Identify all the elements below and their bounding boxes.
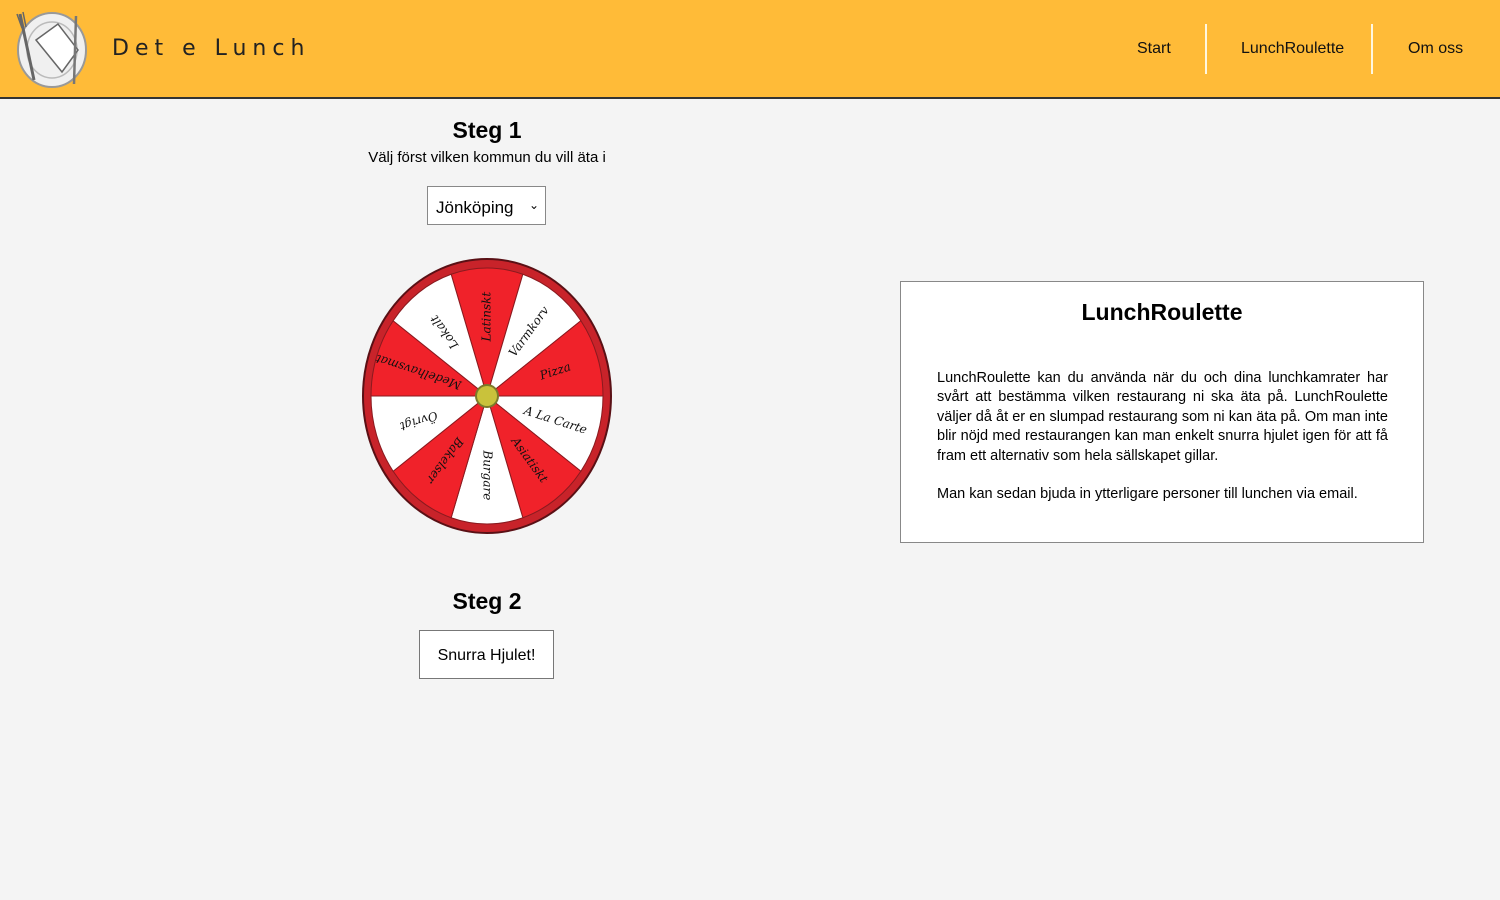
info-paragraph-1: LunchRoulette kan du använda när du och …: [937, 370, 1388, 464]
nav-start[interactable]: Start: [1137, 40, 1171, 58]
wheel-hub: [477, 386, 497, 406]
spin-wheel-button[interactable]: Snurra Hjulet!: [419, 630, 554, 679]
nav-divider: [1205, 24, 1207, 74]
info-card: LunchRoulette LunchRoulette kan du använ…: [900, 281, 1424, 543]
chevron-down-icon: ⌄: [528, 198, 539, 212]
wheel-segment-label: Latinskt: [480, 292, 494, 343]
wheel-segment-label: Burgare: [481, 449, 495, 500]
brand-name[interactable]: Det e Lunch: [112, 36, 310, 61]
municipality-select-value: Jönköping: [436, 198, 514, 217]
step2-title: Steg 2: [452, 588, 522, 614]
nav-om-oss[interactable]: Om oss: [1408, 40, 1463, 58]
step1-title: Steg 1: [452, 117, 522, 143]
info-title: LunchRoulette: [1081, 299, 1243, 325]
plate-cutlery-logo-icon[interactable]: [14, 10, 88, 88]
nav-lunchroulette[interactable]: LunchRoulette: [1241, 40, 1344, 58]
lunch-roulette-wheel[interactable]: Latinskt VarmkorvPizzaA La CarteAsiatiskt…: [361, 257, 613, 537]
step1-subtitle: Välj först vilken kommun du vill äta i: [368, 149, 606, 166]
info-paragraph-2: Man kan sedan bjuda in ytterligare perso…: [937, 486, 1358, 502]
municipality-select[interactable]: Jönköping ⌄: [427, 186, 546, 225]
header-bar: Det e Lunch Start LunchRoulette Om oss: [0, 0, 1500, 99]
nav-divider: [1371, 24, 1373, 74]
